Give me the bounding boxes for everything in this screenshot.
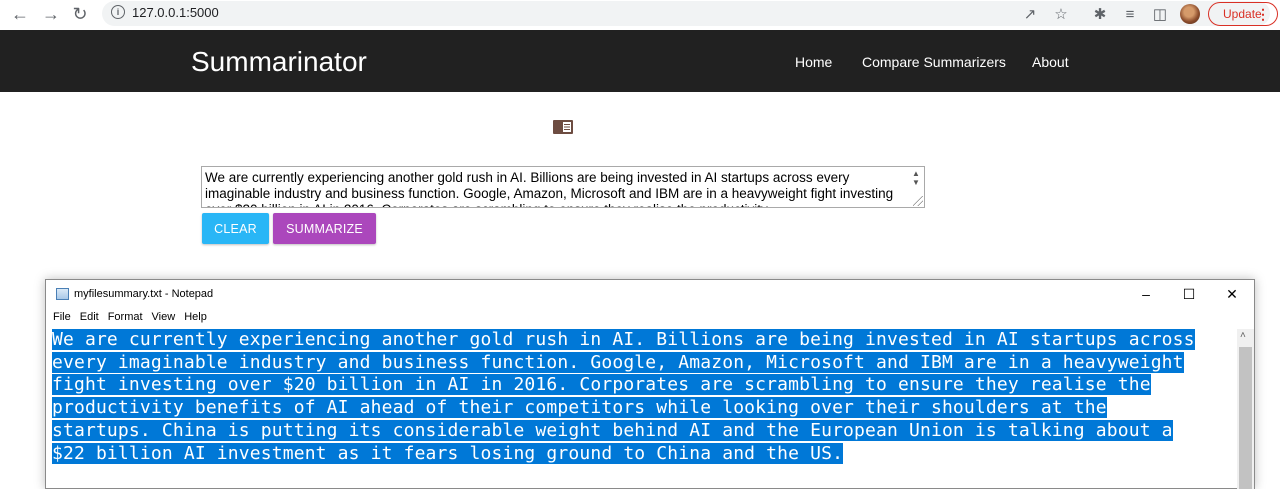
minimize-icon[interactable]: – xyxy=(1136,284,1156,304)
menu-view[interactable]: View xyxy=(152,311,176,323)
scroll-up-icon[interactable]: ˄ xyxy=(1240,330,1246,341)
browser-toolbar: ← → ↻ i 127.0.0.1:5000 ↗ ☆ ✱ ≡ ◫ Update … xyxy=(0,0,1280,30)
notepad-title: myfilesummary.txt - Notepad xyxy=(74,288,214,300)
notepad-line: We are currently experiencing another go… xyxy=(52,329,1195,350)
resize-grip-icon[interactable] xyxy=(913,196,923,206)
scroll-up-icon[interactable]: ▲ xyxy=(912,169,920,178)
app-navbar: Summarinator Home Compare Summarizers Ab… xyxy=(0,30,1280,92)
side-panel-icon[interactable]: ◫ xyxy=(1150,4,1170,24)
input-text: We are currently experiencing another go… xyxy=(205,170,894,207)
notepad-line: $22 billion AI investment as it fears lo… xyxy=(52,442,844,464)
notepad-line: every imaginable industry and business f… xyxy=(52,351,1184,373)
notepad-titlebar[interactable]: myfilesummary.txt - Notepad – ☐ ✕ xyxy=(46,280,1254,308)
close-icon[interactable]: ✕ xyxy=(1222,284,1242,304)
nav-home[interactable]: Home xyxy=(795,54,832,70)
nav-about[interactable]: About xyxy=(1032,54,1069,70)
clear-button[interactable]: CLEAR xyxy=(202,213,269,244)
nav-compare-summarizers[interactable]: Compare Summarizers xyxy=(862,54,1006,70)
notepad-line: productivity benefits of AI ahead of the… xyxy=(52,397,1107,419)
scroll-thumb[interactable] xyxy=(1239,347,1252,489)
notepad-line: fight investing over $20 billion in AI i… xyxy=(52,374,1151,396)
notepad-line: startups. China is putting its considera… xyxy=(52,419,1173,441)
back-arrow-icon[interactable]: ← xyxy=(8,3,32,25)
notepad-menubar: File Edit Format View Help xyxy=(53,311,216,323)
menu-help[interactable]: Help xyxy=(184,311,207,323)
brand-logo[interactable]: Summarinator xyxy=(191,46,367,78)
notepad-scrollbar[interactable]: ˄ xyxy=(1237,329,1254,489)
menu-format[interactable]: Format xyxy=(108,311,143,323)
share-icon[interactable]: ↗ xyxy=(1020,4,1040,24)
book-icon xyxy=(553,120,573,134)
scroll-down-icon[interactable]: ▼ xyxy=(912,178,920,187)
profile-avatar[interactable] xyxy=(1180,4,1200,24)
maximize-icon[interactable]: ☐ xyxy=(1179,284,1199,304)
menu-file[interactable]: File xyxy=(53,311,71,323)
star-bookmark-icon[interactable]: ☆ xyxy=(1051,4,1071,24)
notepad-window: myfilesummary.txt - Notepad – ☐ ✕ File Ed… xyxy=(45,279,1255,489)
site-info-icon[interactable]: i xyxy=(111,5,125,19)
extensions-puzzle-icon[interactable]: ✱ xyxy=(1090,4,1110,24)
notepad-text-area[interactable]: We are currently experiencing another go… xyxy=(52,329,1238,465)
input-textarea[interactable]: We are currently experiencing another go… xyxy=(201,166,925,208)
update-button[interactable]: Update ⋮ xyxy=(1208,2,1278,26)
forward-arrow-icon[interactable]: → xyxy=(39,3,63,25)
reload-icon[interactable]: ↻ xyxy=(68,3,92,25)
url-text[interactable]: 127.0.0.1:5000 xyxy=(132,5,219,20)
reading-list-icon[interactable]: ≡ xyxy=(1120,4,1140,24)
summarize-button[interactable]: SUMMARIZE xyxy=(273,213,376,244)
menu-edit[interactable]: Edit xyxy=(80,311,99,323)
notepad-app-icon xyxy=(56,288,69,300)
more-menu-icon: ⋮ xyxy=(1256,6,1270,22)
